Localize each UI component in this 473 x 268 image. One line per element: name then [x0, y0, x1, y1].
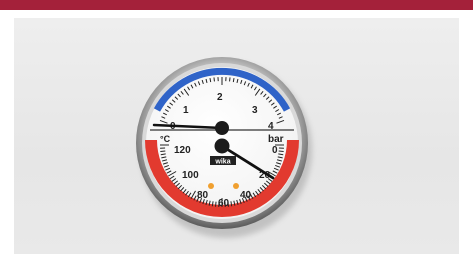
temperature-label-0: 0: [272, 145, 278, 156]
pressure-hub: [215, 121, 229, 135]
image-panel: 1 2 3 0 4 bar °C 120 100 80 60 40 20 0 w…: [14, 18, 459, 254]
accent-bar: [0, 0, 473, 10]
temperature-tick: [215, 201, 217, 207]
pressure-label-3: 3: [252, 105, 258, 116]
product-image-frame: 1 2 3 0 4 bar °C 120 100 80 60 40 20 0 w…: [0, 0, 473, 268]
temperature-tick: [278, 150, 284, 152]
temperature-label-120: 120: [174, 145, 191, 156]
temperature-marker-icon: [208, 183, 214, 189]
temperature-unit: °C: [160, 134, 171, 144]
pressure-label-2: 2: [217, 92, 223, 103]
temperature-label-80: 80: [197, 190, 209, 201]
temperature-label-40: 40: [240, 190, 252, 201]
pressure-label-1: 1: [183, 105, 189, 116]
temperature-tick: [160, 150, 166, 152]
temperature-marker-icon: [233, 183, 239, 189]
pressure-label-4: 4: [268, 121, 274, 132]
temperature-label-60: 60: [218, 198, 230, 209]
thermomanometer-gauge: 1 2 3 0 4 bar °C 120 100 80 60 40 20 0 w…: [136, 57, 312, 238]
temperature-label-100: 100: [182, 170, 199, 181]
pressure-unit: bar: [268, 134, 284, 145]
brand-text: wika: [214, 159, 230, 166]
temperature-hub: [214, 138, 230, 154]
